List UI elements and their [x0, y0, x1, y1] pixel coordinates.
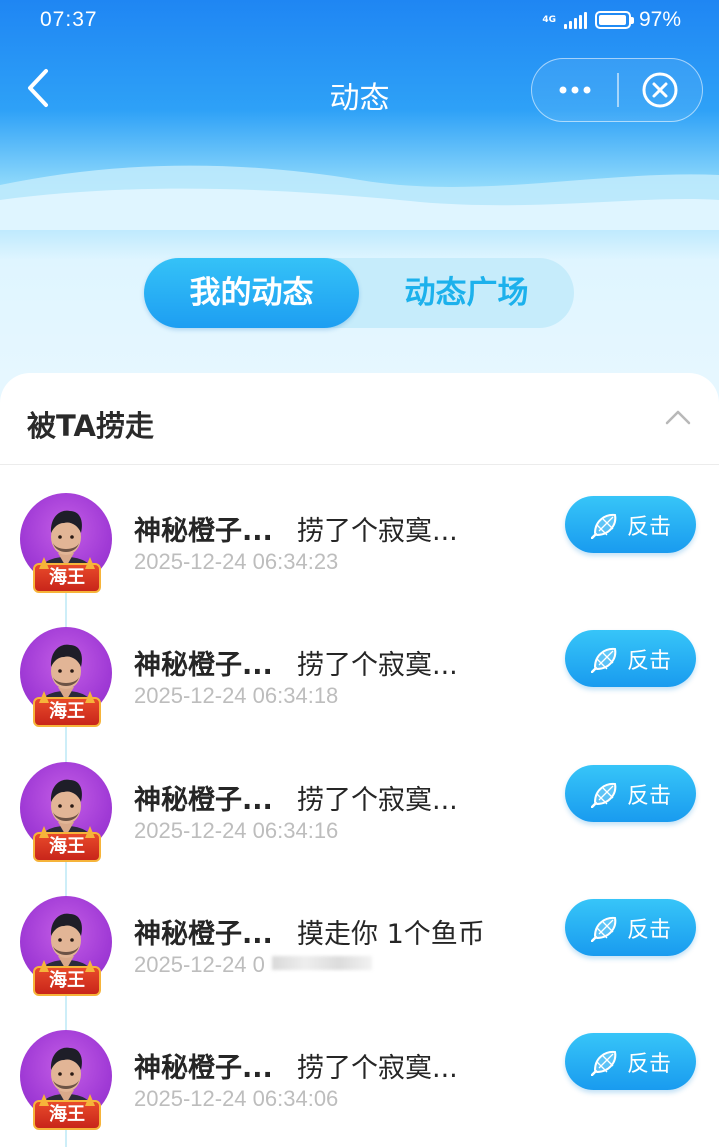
list-item: 海王 神秘橙子... 摸走你 1个鱼币 2025-12-24 0 反击 [0, 896, 719, 1030]
counter-attack-label: 反击 [627, 649, 672, 674]
obscured-time-mask [272, 956, 372, 970]
battery-level [598, 15, 627, 25]
page: 07:37 4G 97% 动态 动态广场 我的动态 被TA捞走 海王 神秘橙子.… [0, 0, 719, 1147]
fishing-net-icon [591, 1050, 617, 1076]
chevron-up-icon[interactable] [664, 407, 692, 427]
action-text: 捞了个寂寞... [297, 650, 458, 681]
rank-badge: 海王 [33, 832, 101, 862]
feed-card: 被TA捞走 海王 神秘橙子... 捞了个寂寞... 2025-12-24 06:… [0, 373, 719, 1147]
fishing-net-icon [591, 782, 617, 808]
list-item: 海王 神秘橙子... 捞了个寂寞... 2025-12-24 06:34:16 … [0, 762, 719, 896]
battery-percent: 97% [638, 8, 681, 31]
close-circle-icon [642, 72, 678, 108]
section-header[interactable]: 被TA捞走 [0, 373, 719, 465]
tab-my-feed[interactable]: 我的动态 [144, 258, 359, 328]
status-bar: 07:37 4G 97% [0, 0, 719, 44]
timestamp: 2025-12-24 06:34:18 [134, 683, 339, 708]
timestamp: 2025-12-24 06:34:16 [134, 818, 339, 843]
counter-attack-label: 反击 [627, 1052, 672, 1077]
fishing-net-icon [591, 647, 617, 673]
rank-badge: 海王 [33, 697, 101, 727]
timestamp: 2025-12-24 06:34:06 [134, 1086, 339, 1111]
user-name[interactable]: 神秘橙子... [134, 643, 273, 682]
user-name[interactable]: 神秘橙子... [134, 509, 273, 548]
mini-program-capsule [531, 58, 703, 122]
counter-attack-button[interactable]: 反击 [565, 1033, 696, 1090]
user-name[interactable]: 神秘橙子... [134, 778, 273, 817]
list-item: 海王 神秘橙子... 捞了个寂寞... 2025-12-24 06:34:06 … [0, 1030, 719, 1147]
rank-badge: 海王 [33, 1100, 101, 1130]
network-type: 4G [542, 14, 556, 25]
signal-icon [563, 11, 587, 29]
status-time: 07:37 [40, 8, 98, 31]
counter-attack-button[interactable]: 反击 [565, 899, 696, 956]
counter-attack-label: 反击 [627, 515, 672, 540]
list-item: 海王 神秘橙子... 捞了个寂寞... 2025-12-24 06:34:23 … [0, 493, 719, 627]
more-button[interactable] [532, 59, 617, 121]
fishing-net-icon [591, 513, 617, 539]
tab-plaza[interactable]: 动态广场 [359, 258, 574, 328]
counter-attack-button[interactable]: 反击 [565, 630, 696, 687]
close-button[interactable] [618, 59, 702, 121]
more-dots-icon [559, 86, 590, 94]
status-indicators: 4G 97% [542, 8, 681, 32]
list-item: 海王 神秘橙子... 捞了个寂寞... 2025-12-24 06:34:18 … [0, 627, 719, 761]
feed-tabs: 动态广场 我的动态 [144, 258, 574, 328]
user-name[interactable]: 神秘橙子... [134, 1046, 273, 1085]
action-text: 摸走你 1个鱼币 [297, 919, 485, 950]
user-name[interactable]: 神秘橙子... [134, 912, 273, 951]
counter-attack-button[interactable]: 反击 [565, 496, 696, 553]
counter-attack-button[interactable]: 反击 [565, 765, 696, 822]
nav-bar: 动态 [0, 55, 719, 125]
rank-badge: 海王 [33, 966, 101, 996]
action-text: 捞了个寂寞... [297, 785, 458, 816]
fishing-net-icon [591, 916, 617, 942]
action-text: 捞了个寂寞... [297, 516, 458, 547]
header-wave-decoration [0, 165, 719, 230]
section-title: 被TA捞走 [27, 409, 154, 443]
counter-attack-label: 反击 [627, 784, 672, 809]
timestamp: 2025-12-24 06:34:23 [134, 549, 339, 574]
battery-icon [594, 11, 634, 29]
action-text: 捞了个寂寞... [297, 1053, 458, 1084]
rank-badge: 海王 [33, 563, 101, 593]
timestamp: 2025-12-24 0 [134, 952, 265, 977]
counter-attack-label: 反击 [627, 918, 672, 943]
